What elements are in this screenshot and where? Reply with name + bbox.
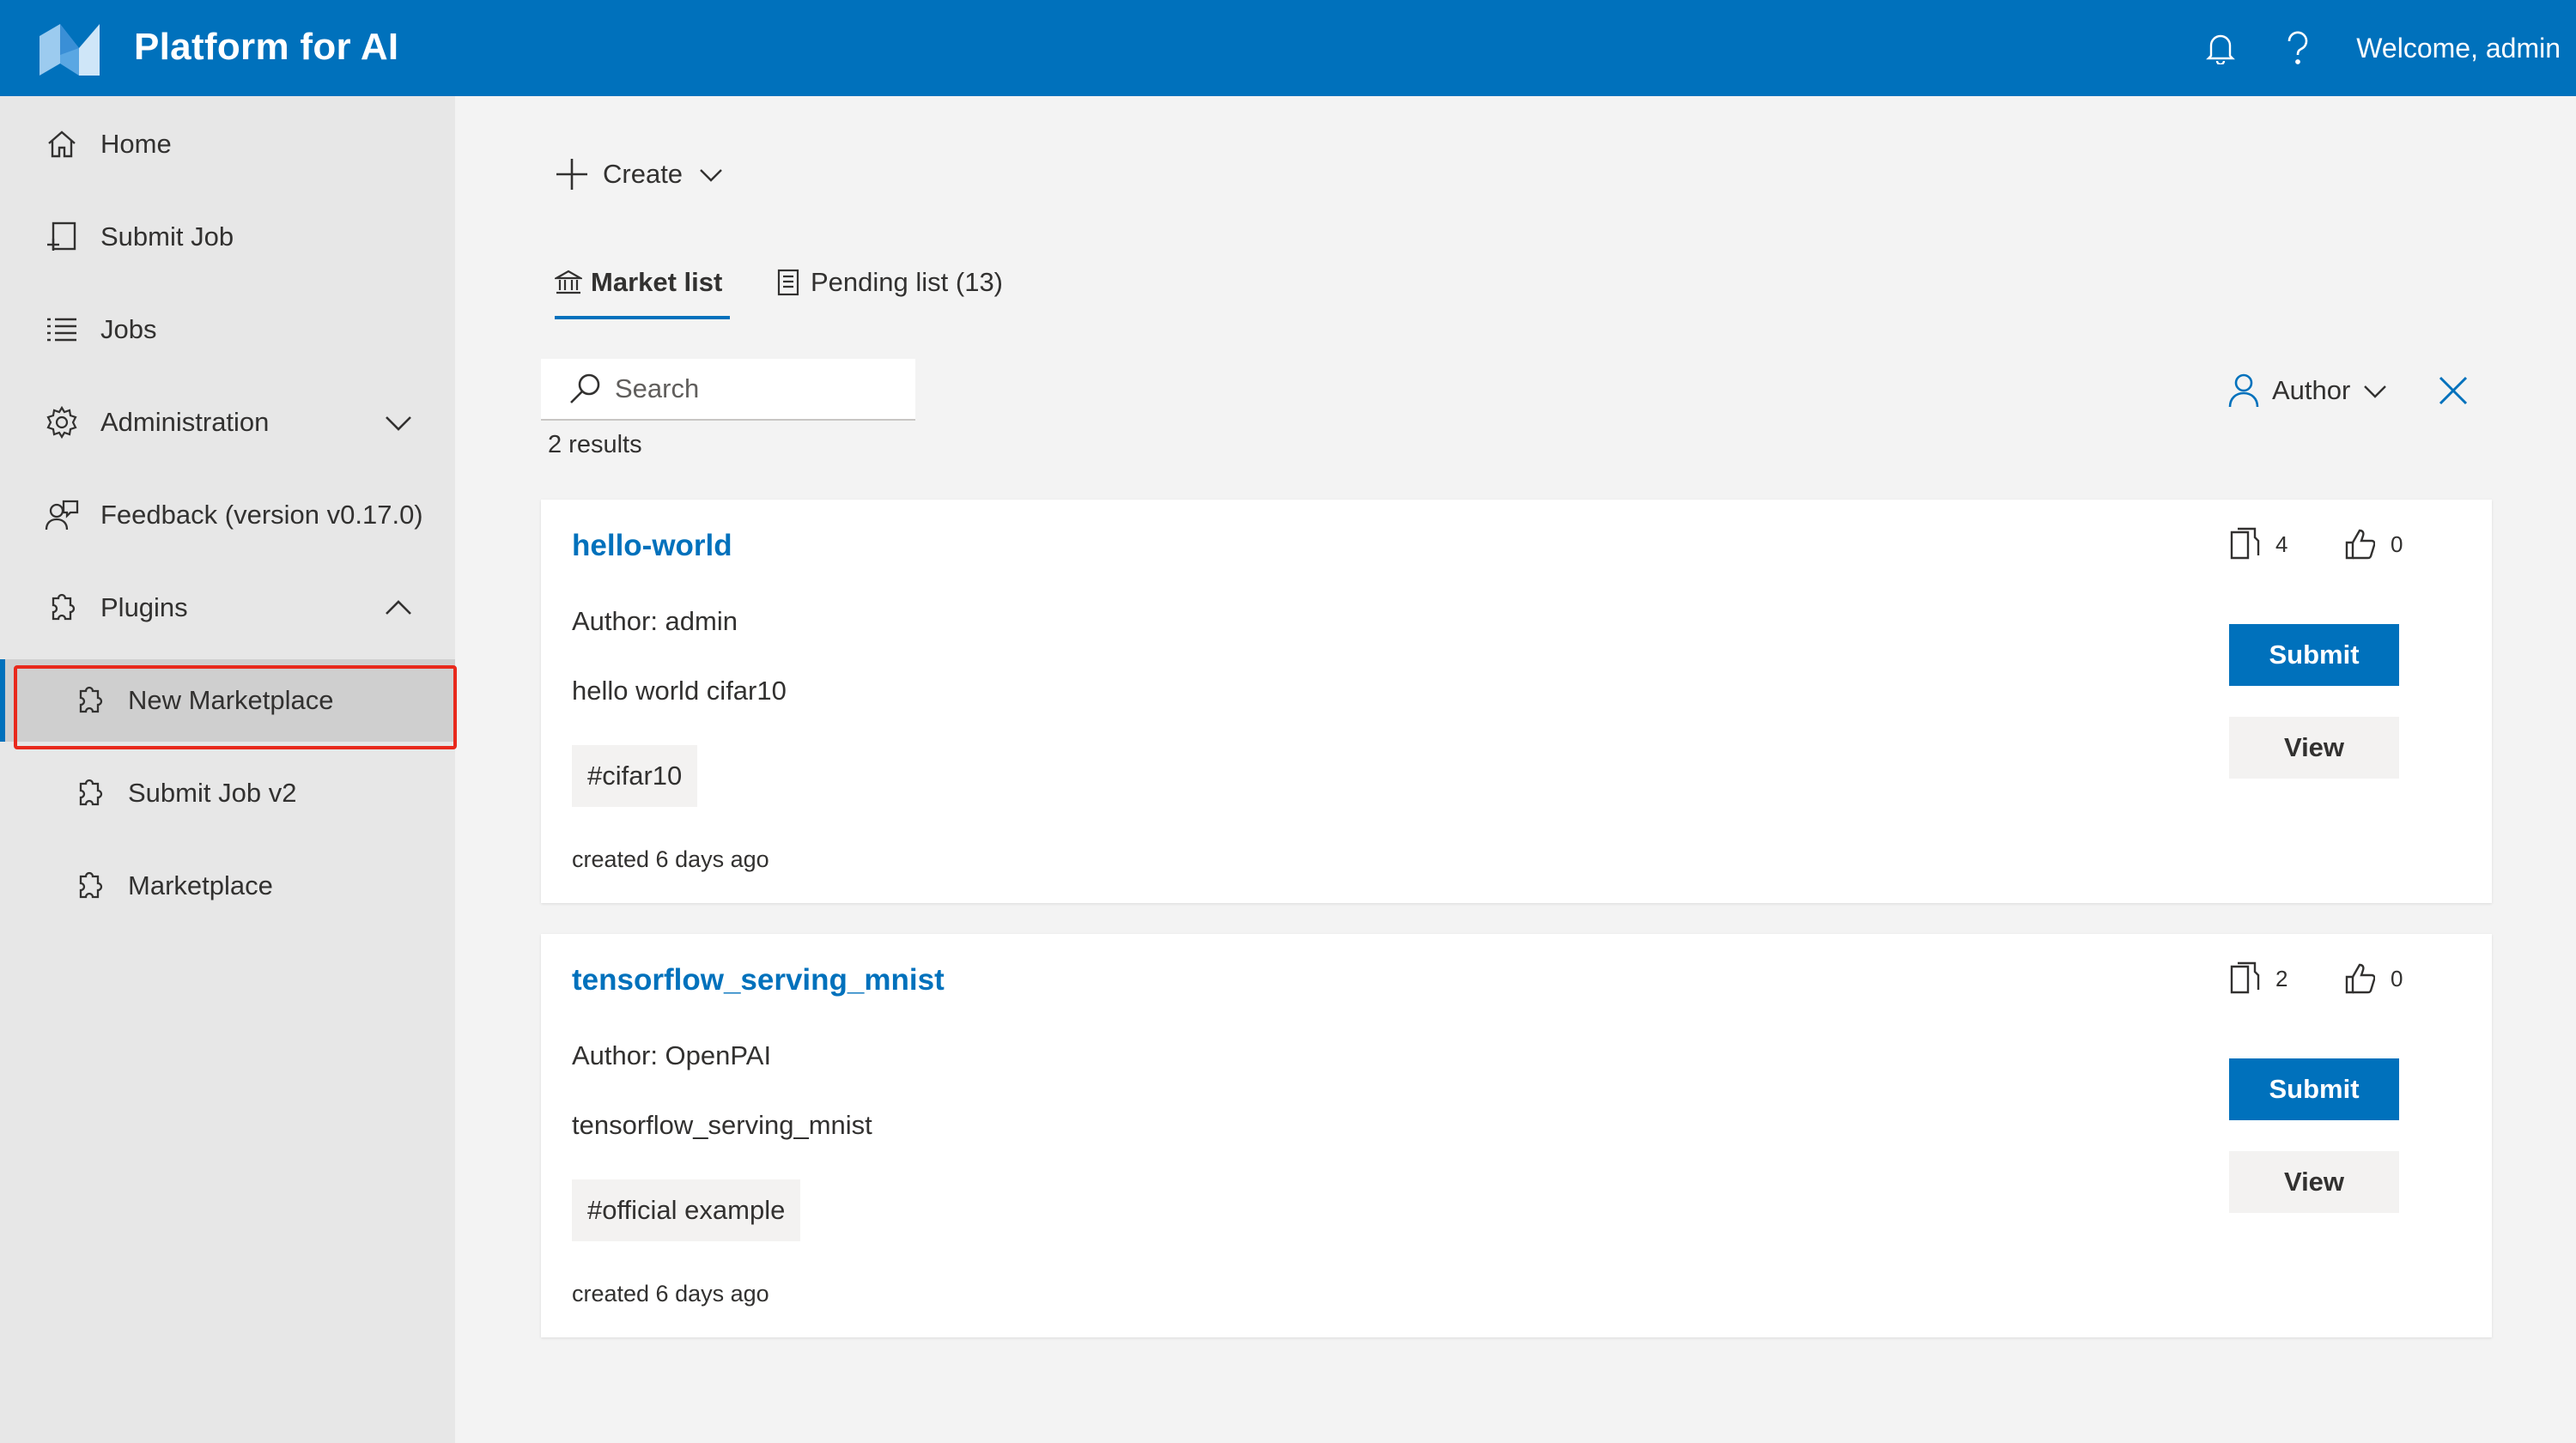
tab-label: Pending list (13) <box>811 267 1004 297</box>
author-filter-dropdown[interactable]: Author <box>2227 369 2388 412</box>
submit-button[interactable]: Submit <box>2229 624 2399 686</box>
card-title-link[interactable]: tensorflow_serving_mnist <box>572 963 945 997</box>
create-label: Create <box>603 159 683 189</box>
card-created: created 6 days ago <box>572 1281 769 1307</box>
tab-label: Market list <box>591 267 723 297</box>
tab-market-list[interactable]: Market list <box>555 261 722 304</box>
thumbs-up-icon[interactable] <box>2344 527 2375 561</box>
welcome-user[interactable]: Welcome, admin <box>2356 33 2561 64</box>
sidebar-item-administration[interactable]: Administration <box>0 381 455 464</box>
submit-count: 2 <box>2229 960 2287 997</box>
sidebar-item-jobs[interactable]: Jobs <box>0 288 455 371</box>
top-bar: Platform for AI Welcome, admin <box>0 0 2576 96</box>
help-icon[interactable] <box>2279 29 2317 67</box>
puzzle-icon <box>43 589 81 627</box>
like-count[interactable]: 0 <box>2344 960 2403 997</box>
person-icon <box>2228 373 2259 408</box>
card-title-link[interactable]: hello-world <box>572 529 732 563</box>
active-tab-underline <box>555 316 730 319</box>
chevron-up-icon[interactable] <box>381 591 416 625</box>
search-icon <box>570 373 600 403</box>
card-author: Author: admin <box>572 606 738 636</box>
marketplace-card: hello-world Author: admin hello world ci… <box>541 500 2492 903</box>
gear-icon <box>43 403 81 441</box>
results-count: 2 results <box>548 431 642 458</box>
copy-icon <box>2230 527 2260 560</box>
sidebar-item-feedback[interactable]: Feedback (version v0.17.0) <box>0 474 455 556</box>
submit-count-value: 2 <box>2275 965 2288 991</box>
submit-button[interactable]: Submit <box>2229 1058 2399 1120</box>
bank-icon <box>555 270 582 294</box>
list-icon <box>43 311 81 349</box>
submit-count: 4 <box>2229 525 2287 563</box>
sidebar-item-label: Marketplace <box>128 870 273 900</box>
sidebar-item-label: Plugins <box>100 592 188 622</box>
bell-icon[interactable] <box>2202 29 2239 67</box>
plus-icon <box>556 159 587 190</box>
sidebar-item-marketplace[interactable]: Marketplace <box>0 845 455 927</box>
sidebar-item-home[interactable]: Home <box>0 103 455 185</box>
app-logo-icon[interactable] <box>39 24 100 76</box>
sidebar-item-label: Administration <box>100 407 270 437</box>
search-box[interactable] <box>541 359 915 421</box>
sidebar-item-plugins[interactable]: Plugins <box>0 567 455 649</box>
view-button[interactable]: View <box>2229 1151 2399 1213</box>
like-count-value: 0 <box>2391 965 2403 991</box>
sidebar-item-label: Jobs <box>100 314 157 344</box>
chevron-down-icon <box>700 169 722 182</box>
home-icon <box>43 125 81 163</box>
submit-job-icon <box>43 218 81 256</box>
puzzle-icon <box>70 867 108 905</box>
view-button[interactable]: View <box>2229 717 2399 779</box>
selection-indicator <box>0 659 5 742</box>
card-created: created 6 days ago <box>572 846 769 872</box>
card-author: Author: OpenPAI <box>572 1040 772 1070</box>
card-description: tensorflow_serving_mnist <box>572 1110 872 1140</box>
marketplace-card: tensorflow_serving_mnist Author: OpenPAI… <box>541 934 2492 1337</box>
sidebar-item-label: Home <box>100 129 172 159</box>
highlight-annotation-box <box>14 665 457 749</box>
clipboard-icon <box>777 269 799 296</box>
puzzle-icon <box>70 774 108 812</box>
app-title[interactable]: Platform for AI <box>134 26 398 69</box>
like-count[interactable]: 0 <box>2344 525 2403 563</box>
chevron-down-icon[interactable] <box>381 405 416 440</box>
sidebar-item-submit-job[interactable]: Submit Job <box>0 196 455 278</box>
clear-filter-icon[interactable] <box>2435 373 2471 409</box>
thumbs-up-icon[interactable] <box>2344 961 2375 996</box>
feedback-icon <box>43 496 81 534</box>
sidebar-item-label: Submit Job <box>100 221 234 252</box>
tab-pending-list[interactable]: Pending list (13) <box>775 261 1003 304</box>
sidebar-item-submit-job-v2[interactable]: Submit Job v2 <box>0 752 455 834</box>
card-tag[interactable]: #cifar10 <box>572 745 698 807</box>
sidebar: Home Submit Job Jobs Administration Feed… <box>0 96 455 1443</box>
like-count-value: 0 <box>2391 531 2403 557</box>
create-button[interactable]: Create <box>555 155 724 194</box>
chevron-down-icon <box>2364 385 2387 398</box>
copy-icon <box>2230 961 2260 994</box>
search-input[interactable] <box>615 373 907 404</box>
card-tag[interactable]: #official example <box>572 1179 801 1241</box>
sidebar-item-label: Feedback (version v0.17.0) <box>100 500 423 530</box>
top-right-actions: Welcome, admin <box>2202 0 2561 96</box>
card-description: hello world cifar10 <box>572 676 787 706</box>
author-filter-label: Author <box>2272 375 2351 405</box>
sidebar-item-label: Submit Job v2 <box>128 778 297 808</box>
submit-count-value: 4 <box>2275 531 2288 557</box>
